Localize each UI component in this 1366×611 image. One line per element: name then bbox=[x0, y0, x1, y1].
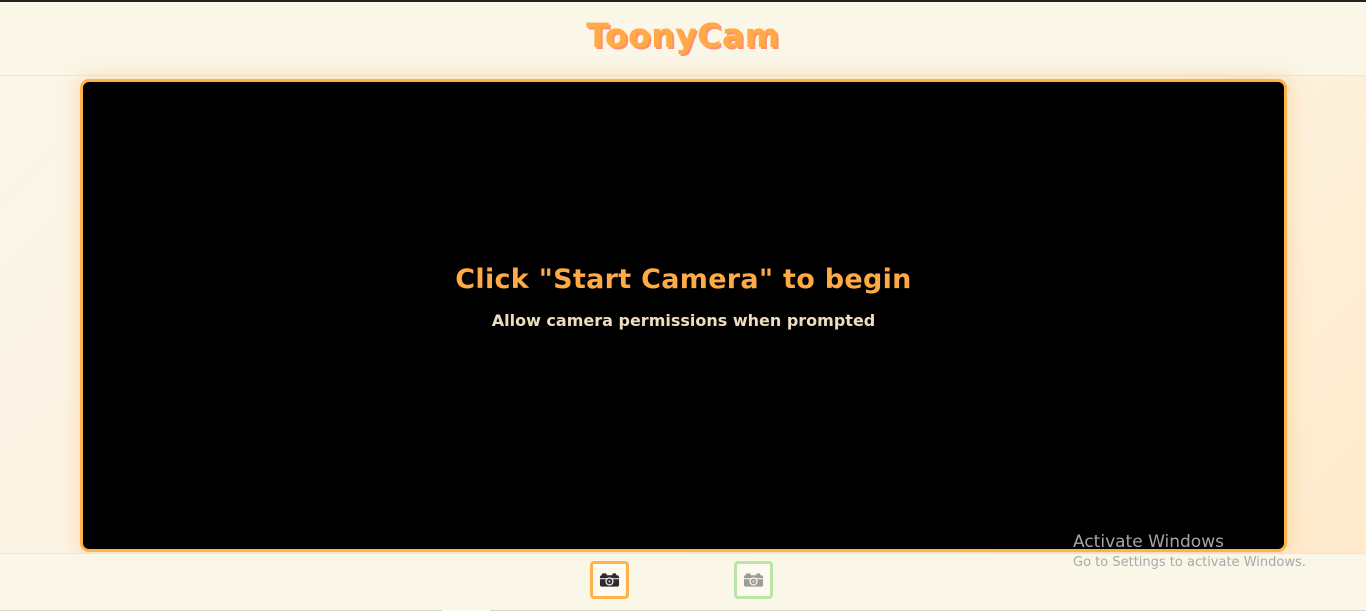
camera-viewport: Click "Start Camera" to begin Allow came… bbox=[80, 79, 1287, 552]
camera-icon bbox=[599, 573, 620, 587]
camera-placeholder: Click "Start Camera" to begin Allow came… bbox=[83, 63, 1284, 530]
camera-icon bbox=[743, 573, 764, 587]
start-camera-button[interactable] bbox=[590, 561, 629, 599]
placeholder-subtitle: Allow camera permissions when prompted bbox=[491, 310, 876, 330]
placeholder-title: Click "Start Camera" to begin bbox=[455, 263, 912, 295]
controls-bar bbox=[0, 553, 1366, 611]
app-title: ToonyCam bbox=[586, 16, 780, 55]
capture-photo-button[interactable] bbox=[734, 561, 773, 599]
